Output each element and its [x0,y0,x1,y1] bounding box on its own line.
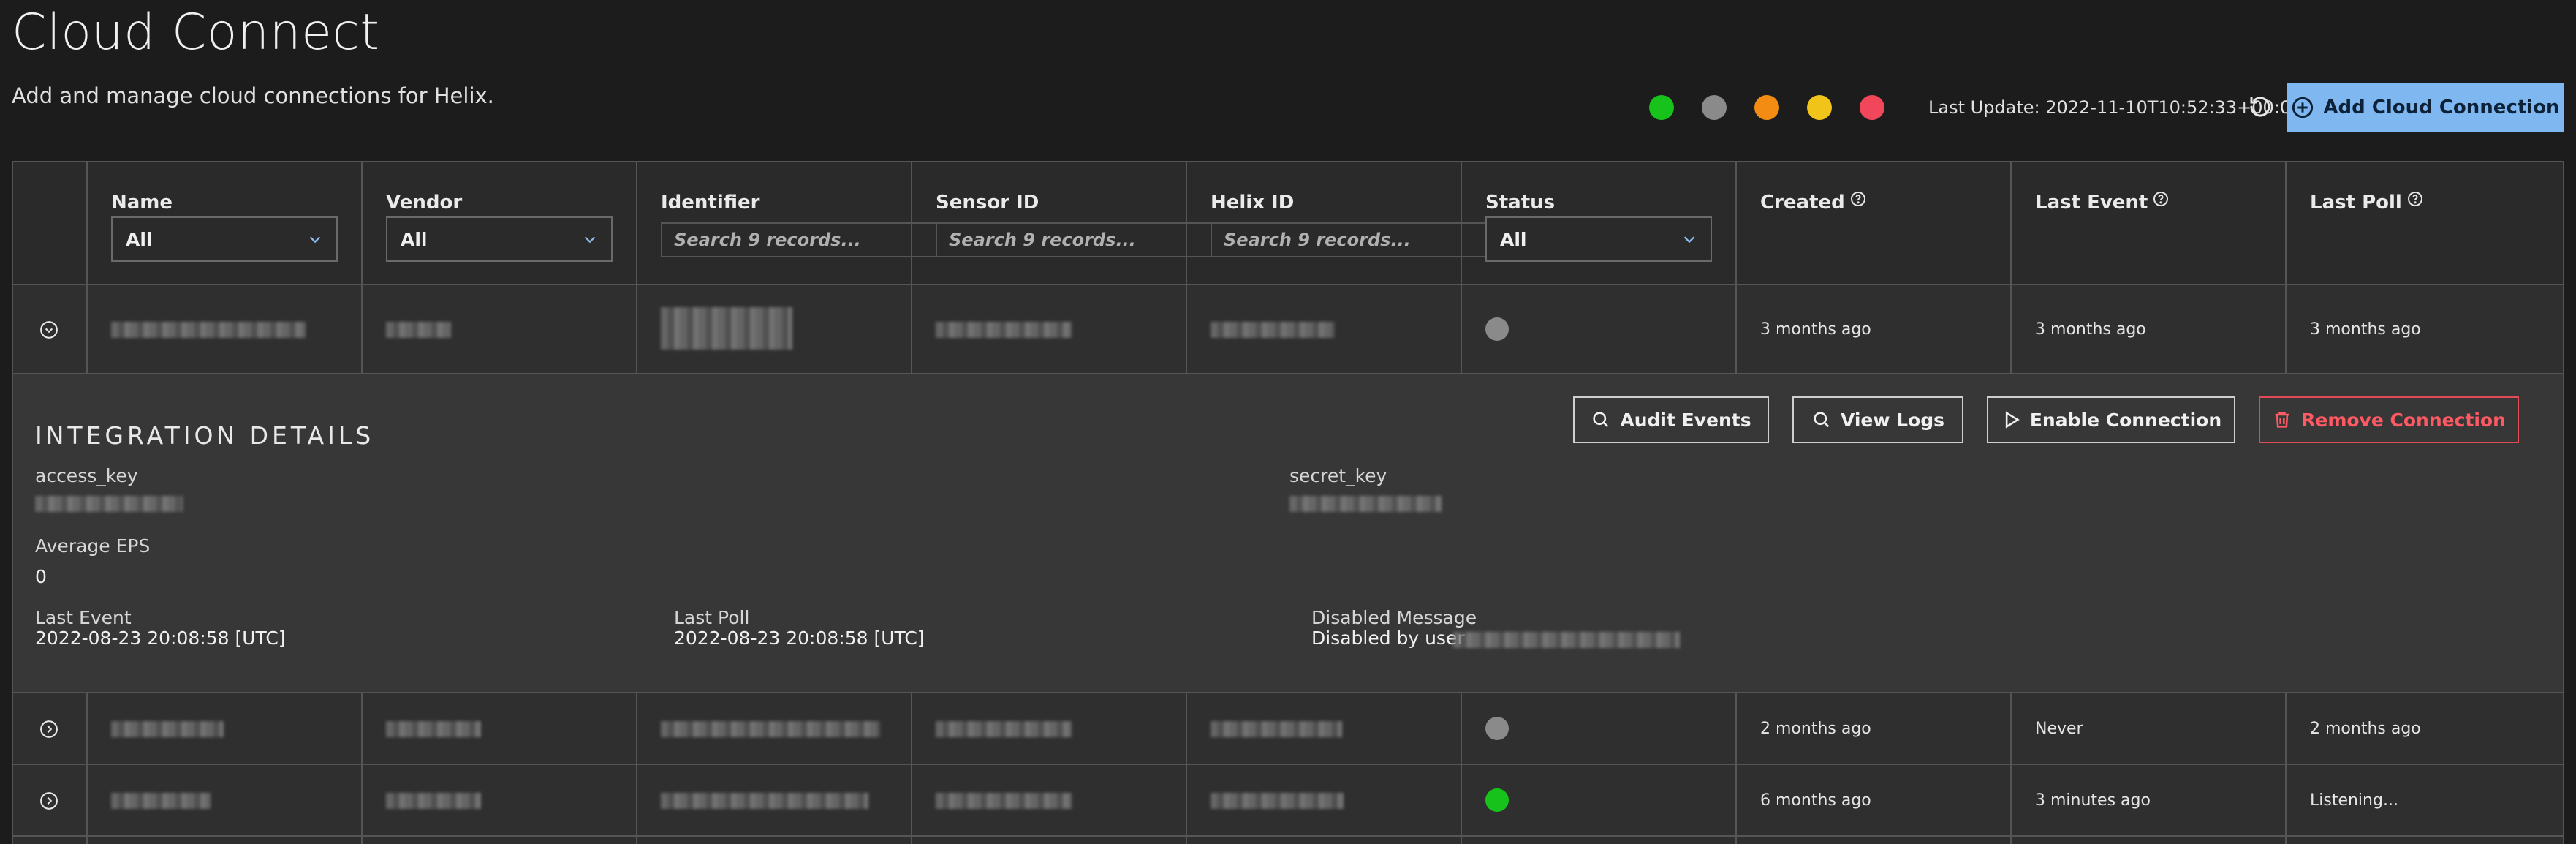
help-icon[interactable] [2152,190,2170,208]
enable-connection-button[interactable]: Enable Connection [1987,396,2235,443]
last-update-text: Last Update: 2022-11-10T10:52:33+00:00 [1928,97,2303,118]
sensor-id-search-input[interactable] [936,222,1217,257]
redacted-identifier [661,721,880,737]
search-icon [1593,412,1609,428]
status-indicator [1485,788,1509,812]
redacted-secret-key [1289,496,1442,512]
chevron-down-icon [309,236,321,244]
last-event-cell: 3 months ago [2035,320,2146,339]
column-header-vendor: Vendor All [386,192,613,262]
legend-dot-green [1649,95,1674,120]
last-poll-cell: 2 months ago [2310,720,2421,738]
table-row[interactable]: 3 months ago 3 months ago 3 months ago [13,285,2563,374]
created-cell: 6 months ago [1760,791,1871,810]
name-filter-select[interactable]: All [111,216,338,262]
column-header-last-poll[interactable]: Last Poll [2310,192,2424,214]
add-cloud-connection-button[interactable]: Add Cloud Connection [2287,83,2564,132]
integration-details-panel: INTEGRATION DETAILS Audit Events View Lo… [13,374,2563,693]
add-cloud-connection-label: Add Cloud Connection [2323,97,2560,118]
table-row[interactable]: 2 months ago Never 2 months ago [13,693,2563,765]
status-indicator [1485,717,1509,740]
legend-dot-gray [1702,95,1727,120]
status-legend [1649,95,1884,120]
chevron-right-circle-icon[interactable] [39,720,58,739]
refresh-icon[interactable] [2247,94,2273,120]
secret-key-label: secret_key [1289,465,1387,486]
disabled-message-value: Disabled by user [1311,628,1465,649]
redacted-identifier [661,793,868,809]
redacted-name [111,721,224,737]
column-header-last-event[interactable]: Last Event [2035,192,2170,214]
redacted-name [111,322,306,338]
help-icon[interactable] [2406,190,2424,208]
average-eps-value: 0 [35,566,47,587]
audit-events-button[interactable]: Audit Events [1573,396,1769,443]
view-logs-button[interactable]: View Logs [1792,396,1963,443]
redacted-sensor-id [936,793,1072,809]
redacted-vendor [386,721,481,737]
status-filter-select[interactable]: All [1485,216,1712,262]
redacted-vendor [386,322,452,338]
table-row[interactable]: 6 months ago 3 minutes ago Listening... [13,765,2563,837]
redacted-helix-id [1211,322,1335,338]
table-header: Name All Vendor All Identifier Sensor ID… [13,162,2563,285]
last-poll-cell: Listening... [2310,791,2398,810]
column-header-created[interactable]: Created [1760,192,1867,214]
column-header-name: Name All [111,192,338,262]
redacted-username [1453,632,1680,648]
column-header-sensor-id: Sensor ID [936,192,1217,257]
column-header-identifier: Identifier [661,192,942,257]
last-poll-value: 2022-08-23 20:08:58 [UTC] [674,628,925,649]
redacted-vendor [386,793,481,809]
chevron-down-icon [584,236,596,244]
redacted-sensor-id [936,322,1072,338]
remove-connection-button[interactable]: Remove Connection [2259,396,2519,443]
page-subtitle: Add and manage cloud connections for Hel… [12,83,494,108]
last-poll-label: Last Poll [674,607,750,628]
plus-circle-icon [2292,97,2314,118]
vendor-filter-select[interactable]: All [386,216,613,262]
redacted-identifier [661,307,792,350]
disabled-message-label: Disabled Message [1311,607,1477,628]
legend-dot-red [1860,95,1884,120]
helix-id-search-input[interactable] [1211,222,1492,257]
integration-details-title: INTEGRATION DETAILS [35,421,375,450]
redacted-name [111,793,211,809]
trash-icon [2275,412,2289,428]
access-key-label: access_key [35,465,138,486]
legend-dot-yellow [1807,95,1832,120]
help-icon[interactable] [1849,190,1867,208]
created-cell: 2 months ago [1760,720,1871,738]
redacted-sensor-id [936,721,1072,737]
redacted-helix-id [1211,793,1344,809]
column-header-status: Status All [1485,192,1712,262]
last-event-cell: Never [2035,720,2083,738]
chevron-down-circle-icon[interactable] [39,320,58,339]
page-title: Cloud Connect [12,4,380,61]
created-cell: 3 months ago [1760,320,1871,339]
legend-dot-orange [1754,95,1779,120]
status-indicator [1485,317,1509,341]
chevron-right-circle-icon[interactable] [39,791,58,810]
redacted-access-key [35,496,183,512]
last-event-label: Last Event [35,607,132,628]
search-icon [1814,412,1830,428]
last-poll-cell: 3 months ago [2310,320,2421,339]
play-icon [2005,411,2020,429]
identifier-search-input[interactable] [661,222,942,257]
column-header-helix-id: Helix ID [1211,192,1492,257]
redacted-helix-id [1211,721,1342,737]
last-event-cell: 3 minutes ago [2035,791,2151,810]
chevron-down-icon [1683,236,1695,244]
average-eps-label: Average EPS [35,535,151,557]
last-event-value: 2022-08-23 20:08:58 [UTC] [35,628,286,649]
connections-table: Name All Vendor All Identifier Sensor ID… [12,161,2564,844]
